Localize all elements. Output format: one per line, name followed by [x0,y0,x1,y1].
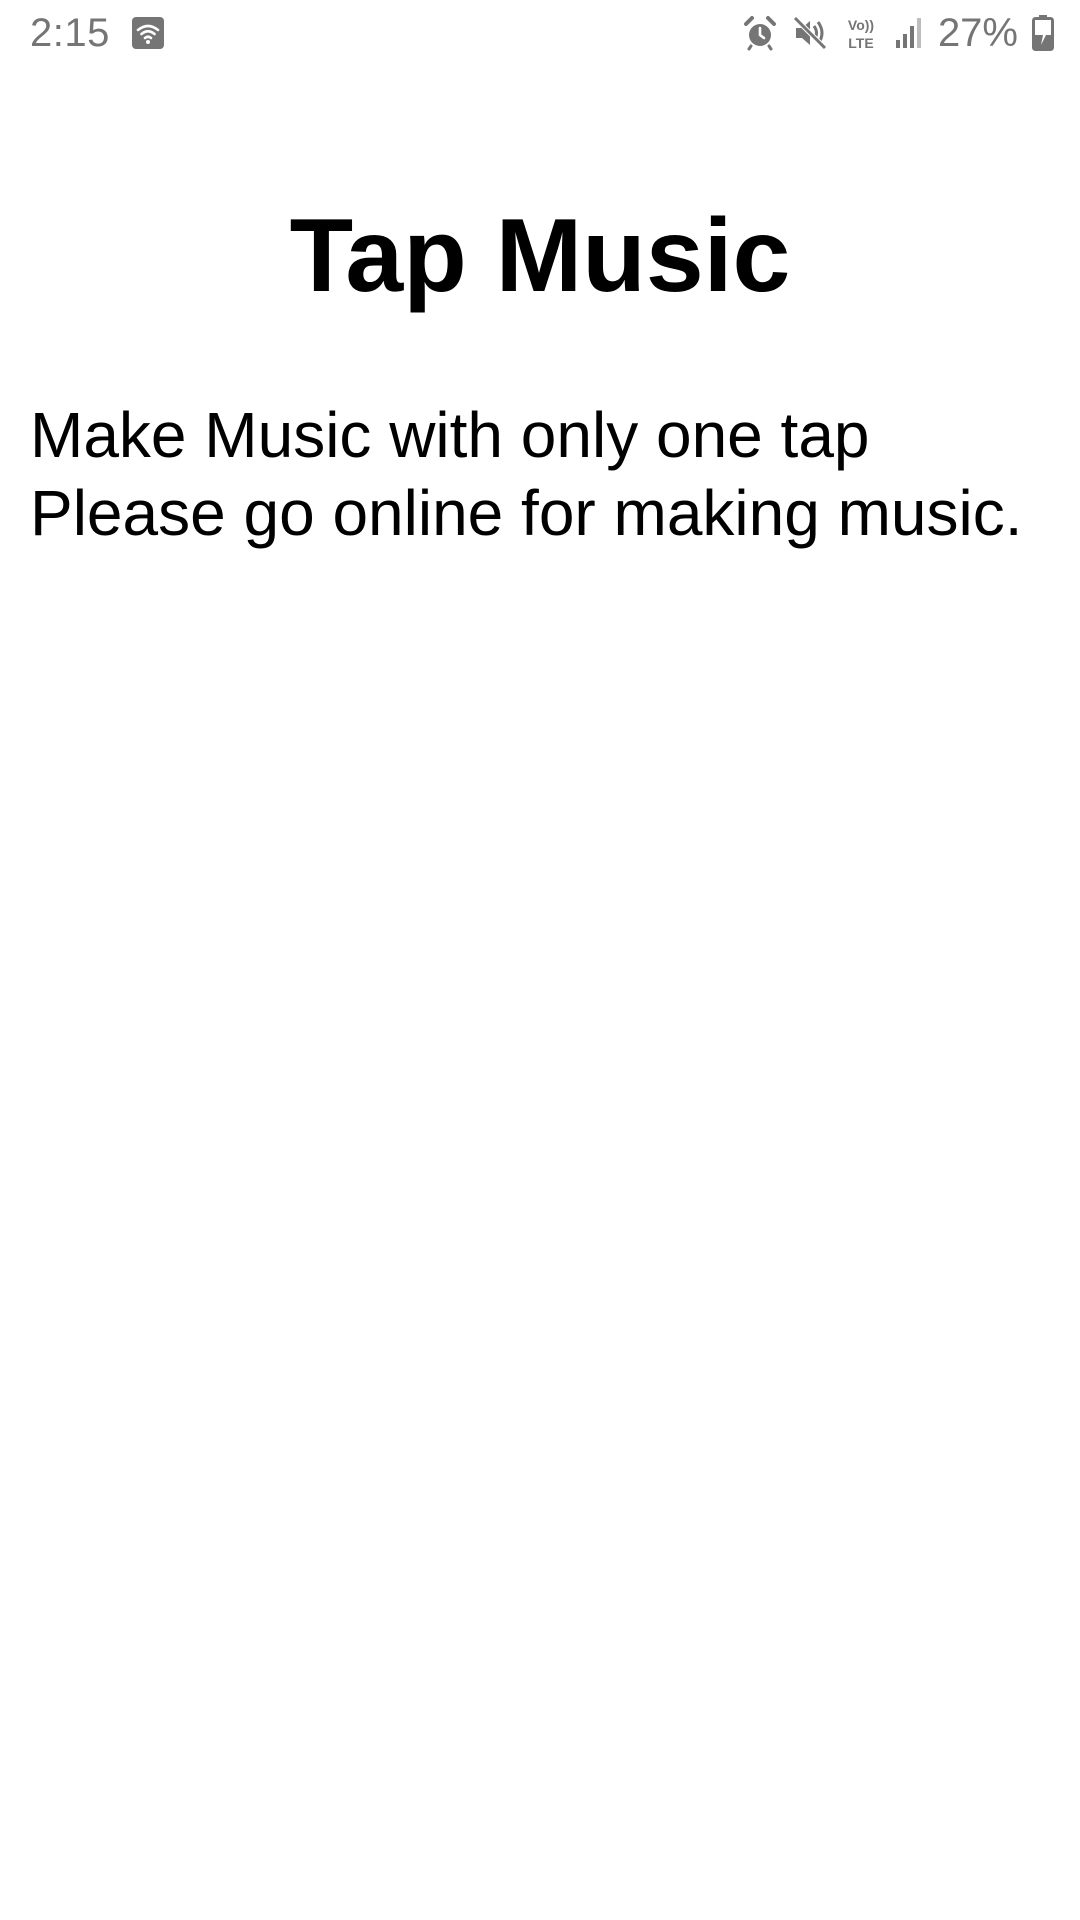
offline-message: Please go online for making music. [30,477,1023,549]
battery-charging-icon [1032,15,1054,51]
signal-icon [894,16,924,50]
screen: 2:15 Vo)) LTE 27% Tap Music Make Music w… [0,0,1080,1920]
wifi-calling-icon [131,17,164,49]
battery-percent: 27% [937,10,1018,55]
volte-icon: Vo)) LTE [842,14,880,52]
tagline-text: Make Music with only one tap [30,399,870,471]
volte-bottom-text: LTE [848,35,873,51]
status-bar: 2:15 Vo)) LTE 27% [0,0,1080,66]
volte-top-text: Vo)) [848,17,874,33]
status-clock: 2:15 [30,10,110,55]
body-text: Make Music with only one tap Please go o… [30,396,1060,552]
status-left: 2:15 [30,8,164,58]
alarm-icon [742,15,778,51]
mute-icon [792,15,828,51]
status-right: Vo)) LTE 27% [742,8,1054,58]
app-title: Tap Music [289,198,791,314]
